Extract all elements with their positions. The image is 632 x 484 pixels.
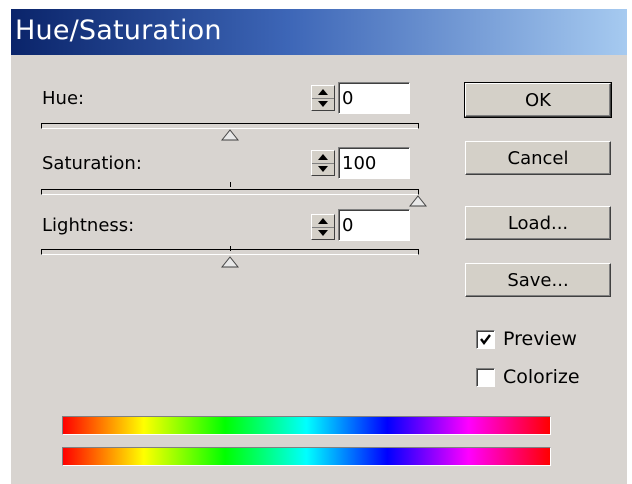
preview-check-box[interactable] [476,329,495,349]
arrow-down-icon [318,166,328,172]
saturation-field-frame [338,147,410,179]
cancel-button[interactable]: Cancel [465,141,611,175]
dialog-title: Hue/Saturation [15,15,222,46]
saturation-slider-track[interactable] [41,189,419,195]
output-hue-spectrum-bar [62,447,551,466]
arrow-up-icon [318,89,328,95]
hue-spinner[interactable] [311,85,335,111]
arrow-up-icon [318,154,328,160]
saturation-label: Saturation: [42,153,142,174]
colorize-label: Colorize [503,366,580,388]
hue-decrement-button[interactable] [312,98,334,110]
lightness-input[interactable] [340,211,408,239]
lightness-spinner[interactable] [311,214,335,240]
hue-label: Hue: [42,88,85,109]
arrow-down-icon [318,101,328,107]
saturation-center-tick [230,182,231,187]
lightness-label: Lightness: [42,215,135,236]
arrow-up-icon [318,218,328,224]
saturation-input[interactable] [340,149,408,177]
lightness-decrement-button[interactable] [312,227,334,239]
hue-saturation-dialog: Hue/Saturation Hue: Saturation: Lightnes… [11,9,627,484]
lightness-center-tick [230,246,231,251]
title-bar[interactable]: Hue/Saturation [11,9,627,55]
load-button[interactable]: Load... [465,206,611,240]
saturation-spinner[interactable] [311,150,335,176]
hue-slider-thumb[interactable] [221,129,239,141]
colorize-checkbox[interactable]: Colorize [476,366,580,388]
lightness-slider-thumb[interactable] [221,256,239,268]
hue-field-frame [338,82,410,114]
saturation-decrement-button[interactable] [312,163,334,175]
lightness-field-frame [338,209,410,241]
save-button[interactable]: Save... [465,263,611,297]
hue-input[interactable] [340,84,408,112]
preview-checkbox[interactable]: Preview [476,328,577,350]
input-hue-spectrum-bar [62,416,551,435]
arrow-down-icon [318,230,328,236]
checkmark-icon [480,333,491,345]
saturation-slider-thumb[interactable] [409,195,427,207]
colorize-check-box[interactable] [476,367,495,387]
ok-button[interactable]: OK [464,82,612,118]
preview-label: Preview [503,328,577,350]
